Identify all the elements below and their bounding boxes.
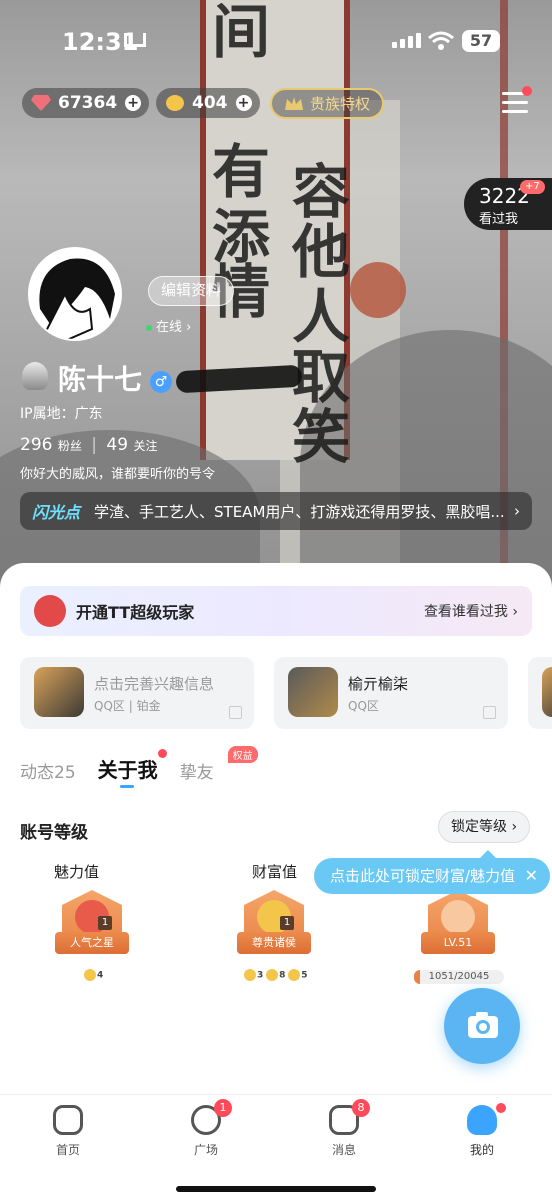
wifi-icon: [428, 31, 454, 50]
ip-location: IP属地：广东: [20, 406, 103, 422]
lock-level-button[interactable]: 锁定等级 ›: [438, 811, 531, 843]
game-card-subtitle: QQ区: [348, 699, 379, 713]
bio: 你好大的威风，谁都要听你的号令: [20, 467, 216, 482]
bean-icon: [166, 95, 184, 111]
nav-square-label: 广场: [193, 1143, 218, 1157]
diamond-balance[interactable]: 67364 +: [22, 88, 150, 118]
diamond-icon: [31, 95, 51, 111]
rights-badge: 权益: [227, 746, 258, 763]
follow-count[interactable]: 49: [106, 435, 128, 455]
fans-count[interactable]: 296: [20, 435, 52, 455]
account-level-progress: 1051/20045: [414, 970, 504, 984]
wealth-mini-badges: 3 8 5: [244, 969, 308, 983]
avatar-image: [30, 249, 120, 339]
online-status[interactable]: 在线 ›: [146, 316, 191, 335]
add-bean-icon[interactable]: +: [235, 95, 252, 111]
visitors-label: 看过我: [479, 212, 519, 227]
nav-square-badge: 1: [214, 1099, 232, 1117]
camera-icon: [468, 1012, 498, 1038]
bottom-navigation: 首页 1 广场 8 消息 我的: [0, 1094, 552, 1200]
nav-messages-label: 消息: [331, 1143, 356, 1157]
sleep-icon: [124, 33, 146, 47]
chevron-right-icon: ›: [514, 502, 520, 520]
game-card[interactable]: 点击完善兴趣信息 QQ区 | 铂金: [20, 657, 254, 729]
close-icon[interactable]: ✕: [525, 858, 538, 894]
flash-points-bar[interactable]: 闪光点 学渣、手工艺人、STEAM用户、打游戏还得用罗技、黑胶唱... ›: [20, 492, 532, 530]
calligraphy-char: 人: [291, 283, 350, 351]
profile-tabs: 动态25 关于我 挚友 权益: [20, 746, 258, 788]
account-level-title: 账号等级: [20, 823, 88, 843]
visitors-button[interactable]: 3222 +7 看过我: [464, 178, 552, 230]
rank-helmet-icon: [22, 362, 48, 390]
fans-label: 粉丝: [57, 439, 82, 453]
star-icon: [441, 900, 475, 934]
edit-profile-button[interactable]: 编辑资料: [148, 276, 235, 306]
battery-icon: 57: [462, 30, 500, 52]
tab-moments[interactable]: 动态25: [20, 758, 76, 783]
tt-mascot-icon: [34, 595, 66, 627]
signal-icon: [392, 33, 421, 48]
calligraphy-char: 他: [291, 218, 350, 286]
nav-messages[interactable]: 8 消息: [304, 1099, 384, 1158]
bean-count: 404: [192, 93, 228, 113]
calligraphy-char: 有: [211, 138, 270, 206]
home-indicator: [176, 1186, 376, 1192]
game-card[interactable]: 榆亓榆柒 QQ区: [274, 657, 508, 729]
nav-home-label: 首页: [55, 1143, 80, 1157]
charm-level: 1: [98, 916, 112, 930]
game-icon: [288, 667, 338, 717]
background-sun: [350, 262, 406, 318]
game-card-subtitle: QQ区 | 铂金: [94, 699, 161, 713]
status-bar: 12:31 57: [0, 20, 552, 64]
vip-label: 贵族特权: [310, 95, 371, 113]
vip-privilege-button[interactable]: 贵族特权: [270, 88, 385, 119]
flash-points-text: 学渣、手工艺人、STEAM用户、打游戏还得用罗技、黑胶唱...: [94, 502, 505, 521]
wealth-level: 1: [280, 916, 294, 930]
banner-title: 开通TT超级玩家: [76, 603, 195, 622]
calligraphy-char: 笑: [291, 403, 350, 471]
tab-about-me[interactable]: 关于我: [98, 749, 167, 788]
diamond-count: 67364: [58, 93, 118, 113]
home-icon: [53, 1105, 83, 1135]
male-gender-icon: ♂: [150, 371, 172, 393]
camera-button[interactable]: [444, 988, 520, 1064]
wealth-ribbon: 尊贵诸侯: [237, 932, 311, 954]
bean-balance[interactable]: 404 +: [156, 88, 260, 118]
avatar[interactable]: [28, 247, 122, 341]
nav-messages-badge: 8: [352, 1099, 370, 1117]
follow-stats: 296 粉丝 | 49 关注: [20, 435, 158, 455]
nav-home[interactable]: 首页: [28, 1105, 108, 1158]
nav-me-label: 我的: [469, 1143, 494, 1157]
game-card-title: 榆亓榆柒: [348, 675, 409, 693]
charm-ribbon: 人气之星: [55, 932, 129, 954]
wealth-label: 财富值: [252, 863, 298, 881]
nav-me[interactable]: 我的: [442, 1103, 522, 1158]
lock-tip-tooltip[interactable]: 点击此处可锁定财富/魅力值 ✕: [314, 850, 550, 894]
menu-notification-dot: [522, 86, 532, 96]
edit-icon[interactable]: [229, 706, 242, 719]
edit-icon[interactable]: [483, 706, 496, 719]
flash-points-title: 闪光点: [32, 503, 81, 522]
game-icon: [542, 667, 552, 717]
tab-close-friends[interactable]: 挚友 权益: [180, 746, 258, 783]
nickname: 陈十七: [58, 363, 143, 396]
view-visitors-link[interactable]: 查看谁看过我 ›: [424, 601, 518, 621]
account-level-ribbon: LV.51: [421, 932, 495, 954]
super-player-banner[interactable]: 开通TT超级玩家 查看谁看过我 ›: [20, 586, 532, 636]
game-icon: [34, 667, 84, 717]
crown-icon: [285, 96, 303, 110]
visitors-new-badge: +7: [520, 180, 545, 194]
profile-icon: [467, 1105, 497, 1135]
follow-label: 关注: [133, 439, 158, 453]
game-card-title: 点击完善兴趣信息: [94, 675, 215, 693]
game-card-partial[interactable]: [528, 657, 552, 729]
online-label: 在线: [156, 320, 183, 335]
charm-mini-badges: 4: [84, 969, 103, 983]
nav-me-dot: [496, 1103, 506, 1113]
add-diamond-icon[interactable]: +: [125, 95, 142, 111]
charm-label: 魅力值: [54, 863, 100, 881]
calligraphy-char: 容: [291, 158, 350, 226]
nav-square[interactable]: 1 广场: [166, 1099, 246, 1158]
